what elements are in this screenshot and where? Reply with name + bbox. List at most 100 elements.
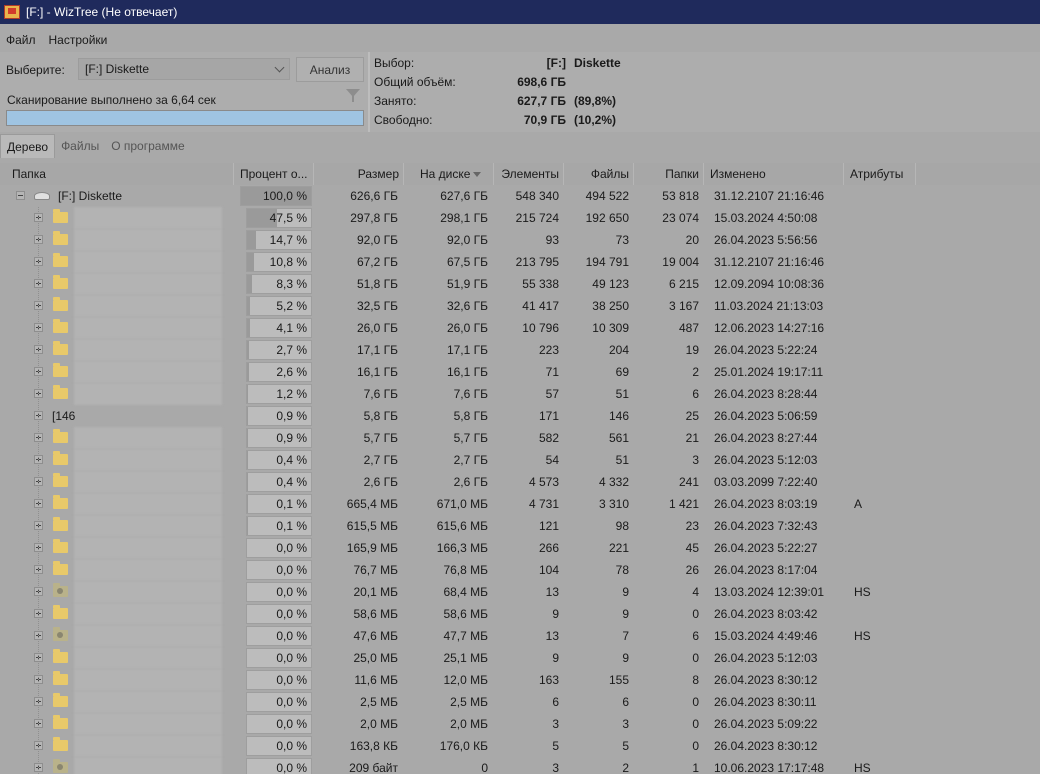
tree-row-root[interactable]: [F:] Diskette 100,0 % 626,6 ГБ 627,6 ГБ 548 … [0,185,1040,207]
tree-row[interactable]: 0,0 % 209 байт 0 3 2 1 10.06.2023 17:17:48 HS [0,757,1040,774]
modified-value: 26.04.2023 8:17:04 [714,563,818,577]
modified-value: 26.04.2023 8:27:44 [714,431,818,445]
size-value: 5,8 ГБ [363,409,398,423]
tree-row[interactable]: 0,0 % 163,8 КБ 176,0 КБ 5 5 0 26.04.2023 8:30:… [0,735,1040,757]
modified-value: 26.04.2023 8:30:11 [714,695,817,709]
tree-row[interactable]: 0,1 % 615,5 МБ 615,6 МБ 121 98 23 26.04.2023 7… [0,515,1040,537]
percent-value: 0,0 % [276,563,307,577]
disk-value: 67,5 ГБ [446,255,488,269]
percent-bar-fill [247,385,248,403]
tab-about[interactable]: О программе [105,134,190,158]
folders-value: 0 [692,717,699,731]
percent-value: 0,0 % [276,739,307,753]
disk-value: 92,0 ГБ [446,233,488,247]
files-value: 38 250 [592,299,629,313]
folders-value: 2 [692,365,699,379]
percent-bar: 0,4 % [246,472,312,492]
summary-value: [F:] [546,56,566,70]
percent-bar: 0,0 % [246,538,312,558]
column-disk[interactable]: На диске [406,163,494,185]
tree-connector-line [38,207,39,774]
tree-row[interactable]: 0,1 % 665,4 МБ 671,0 МБ 4 731 3 310 1 421 26.0… [0,493,1040,515]
column-size[interactable]: Размер [316,163,404,185]
attributes-value [854,361,904,383]
disk-value: 47,7 МБ [443,629,488,643]
summary-extra: (89,8%) [574,94,617,108]
folder-name [52,427,222,449]
tree-row[interactable]: 4,1 % 26,0 ГБ 26,0 ГБ 10 796 10 309 487 12.06.… [0,317,1040,339]
size-value: 2,6 ГБ [363,475,398,489]
folder-name [52,647,222,669]
tree-row[interactable]: 0,4 % 2,7 ГБ 2,7 ГБ 54 51 3 26.04.2023 5:12:03 [0,449,1040,471]
folders-value: 25 [685,409,699,423]
tree-row[interactable]: 8,3 % 51,8 ГБ 51,9 ГБ 55 338 49 123 6 215 12.0… [0,273,1040,295]
column-files[interactable]: Файлы [566,163,634,185]
tab-tree[interactable]: Дерево [0,134,56,158]
analyze-button[interactable]: Анализ [296,57,364,82]
folders-value: 6 [692,387,699,401]
folder-name [52,515,222,537]
folder-name [52,449,222,471]
folder-name [52,493,222,515]
percent-bar: 0,0 % [246,626,312,646]
disk-value: 166,3 МБ [436,541,488,555]
column-percent[interactable]: Процент о... [236,163,314,185]
tree-row[interactable]: 0,4 % 2,6 ГБ 2,6 ГБ 4 573 4 332 241 03.03.2099… [0,471,1040,493]
percent-bar-fill [247,319,250,337]
tree-row[interactable]: 0,0 % 76,7 МБ 76,8 МБ 104 78 26 26.04.2023 8:1… [0,559,1040,581]
tree-row[interactable]: 2,7 % 17,1 ГБ 17,1 ГБ 223 204 19 26.04.2023 5:… [0,339,1040,361]
column-folders[interactable]: Папки [636,163,704,185]
column-modified[interactable]: Изменено [706,163,844,185]
items-value: 3 [552,761,559,774]
folders-value: 6 [692,629,699,643]
items-value: 171 [538,409,559,423]
summary-extra: (10,2%) [574,113,617,127]
filter-icon[interactable] [346,89,360,102]
items-value: 215 724 [515,211,559,225]
drive-select[interactable]: [F:] Diskette [78,58,290,80]
folders-value: 241 [678,475,699,489]
tree-row[interactable]: 0,0 % 25,0 МБ 25,1 МБ 9 9 0 26.04.2023 5:12:03 [0,647,1040,669]
modified-value: 25.01.2024 19:17:11 [714,365,824,379]
folders-value: 6 215 [668,277,699,291]
tree-row[interactable]: 0,0 % 2,0 МБ 2,0 МБ 3 3 0 26.04.2023 5:09:22 [0,713,1040,735]
tree-row[interactable]: 10,8 % 67,2 ГБ 67,5 ГБ 213 795 194 791 19 004… [0,251,1040,273]
tree-row[interactable]: 1,2 % 7,6 ГБ 7,6 ГБ 57 51 6 26.04.2023 8:28:44 [0,383,1040,405]
disk-value: 2,0 МБ [450,717,488,731]
tree-row[interactable]: 14,7 % 92,0 ГБ 92,0 ГБ 93 73 20 26.04.2023 5:5… [0,229,1040,251]
tree-row[interactable]: 2,6 % 16,1 ГБ 16,1 ГБ 71 69 2 25.01.2024 19:17… [0,361,1040,383]
menu-file[interactable]: Файл [0,33,43,47]
column-items[interactable]: Элементы [496,163,564,185]
files-value: 6 [622,695,629,709]
menu-settings[interactable]: Настройки [43,33,115,47]
attributes-value [854,603,904,625]
folders-value: 0 [692,651,699,665]
percent-value: 4,1 % [276,321,307,335]
folder-name [52,273,222,295]
column-folder[interactable]: Папка [8,163,234,185]
files-value: 9 [622,607,629,621]
tree-row[interactable]: 0,0 % 58,6 МБ 58,6 МБ 9 9 0 26.04.2023 8:03:42 [0,603,1040,625]
percent-bar-fill [247,231,257,249]
tree-row[interactable]: 0,0 % 47,6 МБ 47,7 МБ 13 7 6 15.03.2024 4:49:4… [0,625,1040,647]
size-value: 165,9 МБ [346,541,398,555]
percent-value: 1,2 % [276,387,307,401]
folder-name: [F:] Diskette [58,189,123,203]
column-attributes[interactable]: Атрибуты [846,163,916,185]
tree-row[interactable]: [146 0,9 % 5,8 ГБ 5,8 ГБ 171 146 25 26.04.2023 … [0,405,1040,427]
tree-row[interactable]: 47,5 % 297,8 ГБ 298,1 ГБ 215 724 192 650 23 0… [0,207,1040,229]
tree-row[interactable]: 0,9 % 5,7 ГБ 5,7 ГБ 582 561 21 26.04.2023 8:27… [0,427,1040,449]
summary-total: Общий объём: 698,6 ГБ [374,73,1034,91]
percent-value: 2,6 % [276,365,307,379]
tree-row[interactable]: 5,2 % 32,5 ГБ 32,6 ГБ 41 417 38 250 3 167 11.0… [0,295,1040,317]
collapse-icon[interactable] [16,191,25,200]
tree-row[interactable]: 0,0 % 165,9 МБ 166,3 МБ 266 221 45 26.04.2023 … [0,537,1040,559]
folder-name [52,383,222,405]
tree-row[interactable]: 0,0 % 2,5 МБ 2,5 МБ 6 6 0 26.04.2023 8:30:11 [0,691,1040,713]
tab-files[interactable]: Файлы [55,134,105,158]
summary-used: Занято: 627,7 ГБ (89,8%) [374,92,1034,110]
tree-row[interactable]: 0,0 % 20,1 МБ 68,4 МБ 13 9 4 13.03.2024 12:39:… [0,581,1040,603]
tree-row[interactable]: 0,0 % 11,6 МБ 12,0 МБ 163 155 8 26.04.2023 8:3… [0,669,1040,691]
size-value: 626,6 ГБ [350,189,398,203]
items-value: 104 [538,563,559,577]
